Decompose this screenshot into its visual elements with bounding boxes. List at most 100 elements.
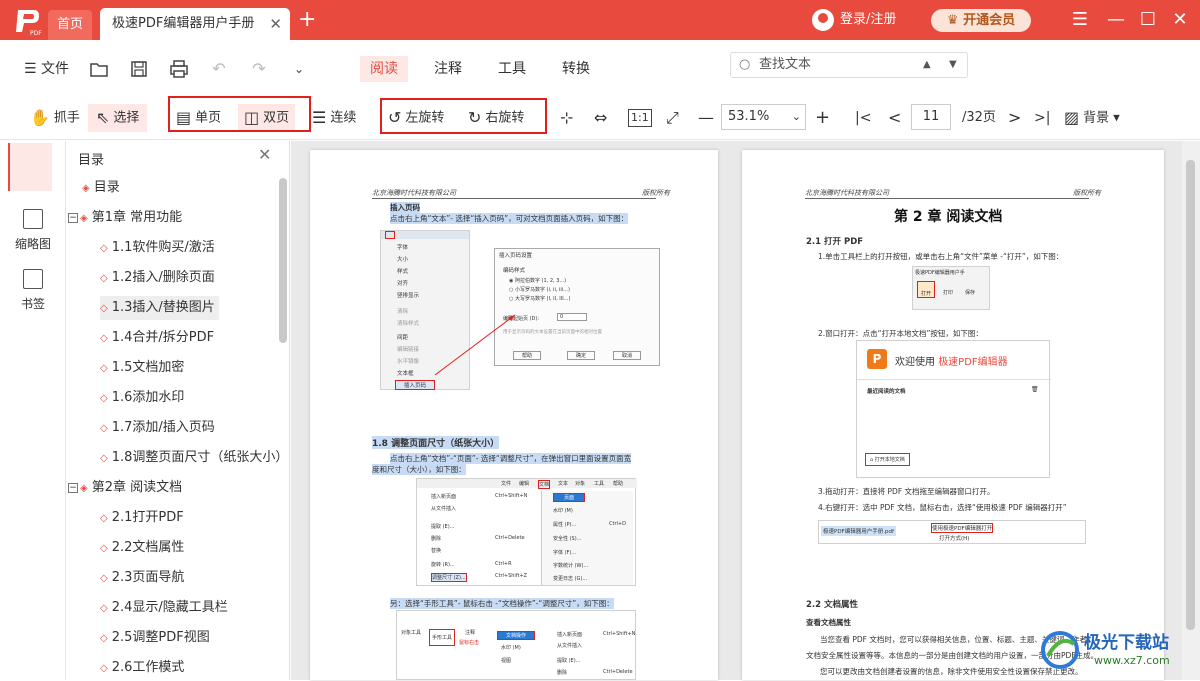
- menu-item: 提取 (E)...: [431, 524, 455, 530]
- open-local-button: ⌂ 打开本地文档: [865, 453, 910, 466]
- menu-item: 文本框: [397, 371, 414, 377]
- toc-item-label: 第1章 常用功能: [91, 210, 183, 225]
- toc-item[interactable]: ◇ 2.2文档属性: [100, 536, 184, 560]
- toc-item[interactable]: ◇ 1.7添加/插入页码: [100, 416, 215, 440]
- tab-tools[interactable]: 工具: [488, 56, 536, 82]
- toc-item[interactable]: ◇ 1.2插入/删除页面: [100, 266, 215, 290]
- hand-tool-button[interactable]: ✋ 抓手: [30, 104, 80, 132]
- watermark-url: www.xz7.com: [1094, 654, 1170, 667]
- continuous-button[interactable]: ☰ 连续: [312, 104, 356, 132]
- heading-insert-page-number: 插入页码: [390, 202, 420, 213]
- bookmark-icon: [23, 269, 43, 289]
- annotation-box-rotate: [380, 98, 547, 134]
- login-button[interactable]: 登录/注册: [812, 8, 896, 32]
- prev-page-icon[interactable]: <: [888, 104, 901, 132]
- toc-item-label: 2.6工作模式: [111, 660, 185, 675]
- toc-item[interactable]: ◇ 1.1软件购买/激活: [100, 236, 215, 260]
- next-page-icon[interactable]: >: [1008, 104, 1021, 132]
- menubar-item: 帮助: [613, 481, 624, 487]
- toc-panel: 目录 ✕ ◈ 目录 − ◈ 第1章 常用功能 ◇ 1.1软件购买/激活 ◇ 1.2插入/删…: [66, 141, 290, 680]
- header-rule: [805, 198, 1089, 199]
- zoom-select[interactable]: 53.1% ⌄: [721, 104, 806, 130]
- context-item: 水印 (M): [501, 645, 521, 651]
- print-icon[interactable]: [168, 58, 190, 80]
- collapse-icon[interactable]: −: [68, 212, 78, 223]
- dialog-group-label: 编码样式: [503, 268, 526, 274]
- fit-page-icon[interactable]: ⊹: [560, 104, 573, 132]
- redo-icon[interactable]: ↷: [248, 58, 270, 80]
- diamond-icon: ◇: [100, 243, 108, 254]
- search-prev-icon[interactable]: ▲: [923, 53, 931, 77]
- fit-width-icon[interactable]: ⇔: [594, 104, 607, 132]
- toc-item[interactable]: ◇ 1.5文档加密: [100, 356, 184, 380]
- hamburger-icon: ☰: [24, 61, 37, 77]
- select-tool-label: 选择: [113, 110, 140, 126]
- vip-button[interactable]: ♛ 开通会员: [931, 9, 1031, 32]
- menu-item: 间距: [397, 335, 409, 341]
- file-menu[interactable]: ☰ 文件: [24, 58, 69, 80]
- zoom-in-icon[interactable]: +: [815, 104, 830, 132]
- pdf-page-right: 北京海腾时代科技有限公司 版权所有 第 2 章 阅读文档 2.1 打开 PDF …: [742, 150, 1164, 680]
- diamond-icon: ◇: [100, 273, 108, 284]
- page-number-input[interactable]: 11: [911, 104, 951, 130]
- toc-item[interactable]: ◇ 1.4合并/拆分PDF: [100, 326, 214, 350]
- para-resize-2: 度和尺寸（大小），如下图：: [372, 464, 466, 475]
- toc-item-selected[interactable]: ◇ 1.3插入/替换图片: [100, 296, 219, 320]
- menu-shortcut: Ctrl+Shift+Z: [495, 573, 528, 579]
- toc-item[interactable]: ◇ 1.8调整页面尺寸（纸张大小）: [100, 446, 288, 470]
- fullscreen-icon[interactable]: ⤢: [666, 104, 679, 132]
- tab-home[interactable]: 首页: [48, 10, 92, 40]
- dialog-button: 确定: [567, 351, 596, 360]
- tab-convert[interactable]: 转换: [552, 56, 600, 82]
- toc-item[interactable]: ◇ 2.5调整PDF视图: [100, 626, 210, 650]
- collapse-icon[interactable]: −: [68, 482, 78, 493]
- close-tab-icon[interactable]: ✕: [269, 8, 282, 40]
- tab-document[interactable]: 极速PDF编辑器用户手册3.0... ✕: [100, 8, 290, 63]
- dialog-title: 插入页码设置: [499, 253, 533, 259]
- more-chevron-icon[interactable]: ⌄: [288, 58, 310, 80]
- viewer-scroll-thumb[interactable]: [1186, 160, 1195, 630]
- heading-doc-properties: 2.2 文档属性: [806, 600, 859, 610]
- search-input[interactable]: ○ 查找文本 ▲ ▼: [730, 52, 968, 78]
- toc-item[interactable]: ◇ 2.3页面导航: [100, 566, 184, 590]
- close-window-icon[interactable]: ✕: [1168, 8, 1192, 32]
- toc-scrollbar[interactable]: [279, 178, 287, 343]
- undo-icon[interactable]: ↶: [208, 58, 230, 80]
- toc-item[interactable]: − ◈ 第1章 常用功能: [68, 206, 182, 230]
- menubar-item: 编辑: [519, 481, 530, 487]
- first-page-icon[interactable]: |<: [855, 104, 871, 132]
- toc-item[interactable]: ◇ 2.4显示/隐藏工具栏: [100, 596, 228, 620]
- actual-size-icon[interactable]: 1:1: [628, 109, 652, 127]
- toc-item[interactable]: ◇ 2.6工作模式: [100, 656, 184, 680]
- nav-thumbnails[interactable]: 缩略图: [0, 209, 66, 252]
- toc-item[interactable]: − ◈ 第2章 阅读文档: [68, 476, 182, 500]
- zoom-out-icon[interactable]: —: [698, 104, 714, 132]
- nav-bookmarks[interactable]: 书签: [0, 269, 66, 312]
- last-page-icon[interactable]: >|: [1034, 104, 1050, 132]
- close-panel-icon[interactable]: ✕: [258, 145, 271, 164]
- toc-item-label: 1.5文档加密: [111, 360, 185, 375]
- minimize-icon[interactable]: —: [1104, 8, 1128, 32]
- tab-annotate[interactable]: 注释: [424, 56, 472, 82]
- open-folder-icon[interactable]: [88, 58, 110, 80]
- dialog-option-label: 阿拉伯数字 (1, 2, 3...): [514, 278, 567, 284]
- toc-item-label: 目录: [93, 180, 120, 195]
- menu-icon[interactable]: ☰: [1068, 8, 1092, 32]
- maximize-icon[interactable]: ☐: [1136, 8, 1160, 32]
- pdf-page-left: 北京海腾时代科技有限公司 版权所有 插入页码 点击右上角“文本”- 选择“插入页…: [310, 150, 718, 680]
- dialog-button: 取消: [613, 351, 642, 360]
- zoom-value: 53.1%: [728, 109, 770, 124]
- toc-item[interactable]: ◇ 2.1打开PDF: [100, 506, 184, 530]
- toc-item[interactable]: ◇ 1.6添加水印: [100, 386, 184, 410]
- select-tool-button[interactable]: ⇖ 选择: [88, 104, 148, 132]
- diamond-icon: ◇: [100, 333, 108, 344]
- menubar-item: 文件: [501, 481, 512, 487]
- tab-read[interactable]: 阅读: [360, 56, 408, 82]
- chapter-title: 第 2 章 阅读文档: [894, 209, 1003, 225]
- new-tab-button[interactable]: +: [298, 8, 316, 32]
- save-icon[interactable]: [128, 58, 150, 80]
- background-button[interactable]: ▨ 背景 ▾: [1064, 104, 1120, 132]
- toc-item[interactable]: ◈ 目录: [82, 176, 120, 200]
- search-next-icon[interactable]: ▼: [949, 53, 957, 77]
- submenu-shortcut: Ctrl+Delete: [603, 669, 633, 675]
